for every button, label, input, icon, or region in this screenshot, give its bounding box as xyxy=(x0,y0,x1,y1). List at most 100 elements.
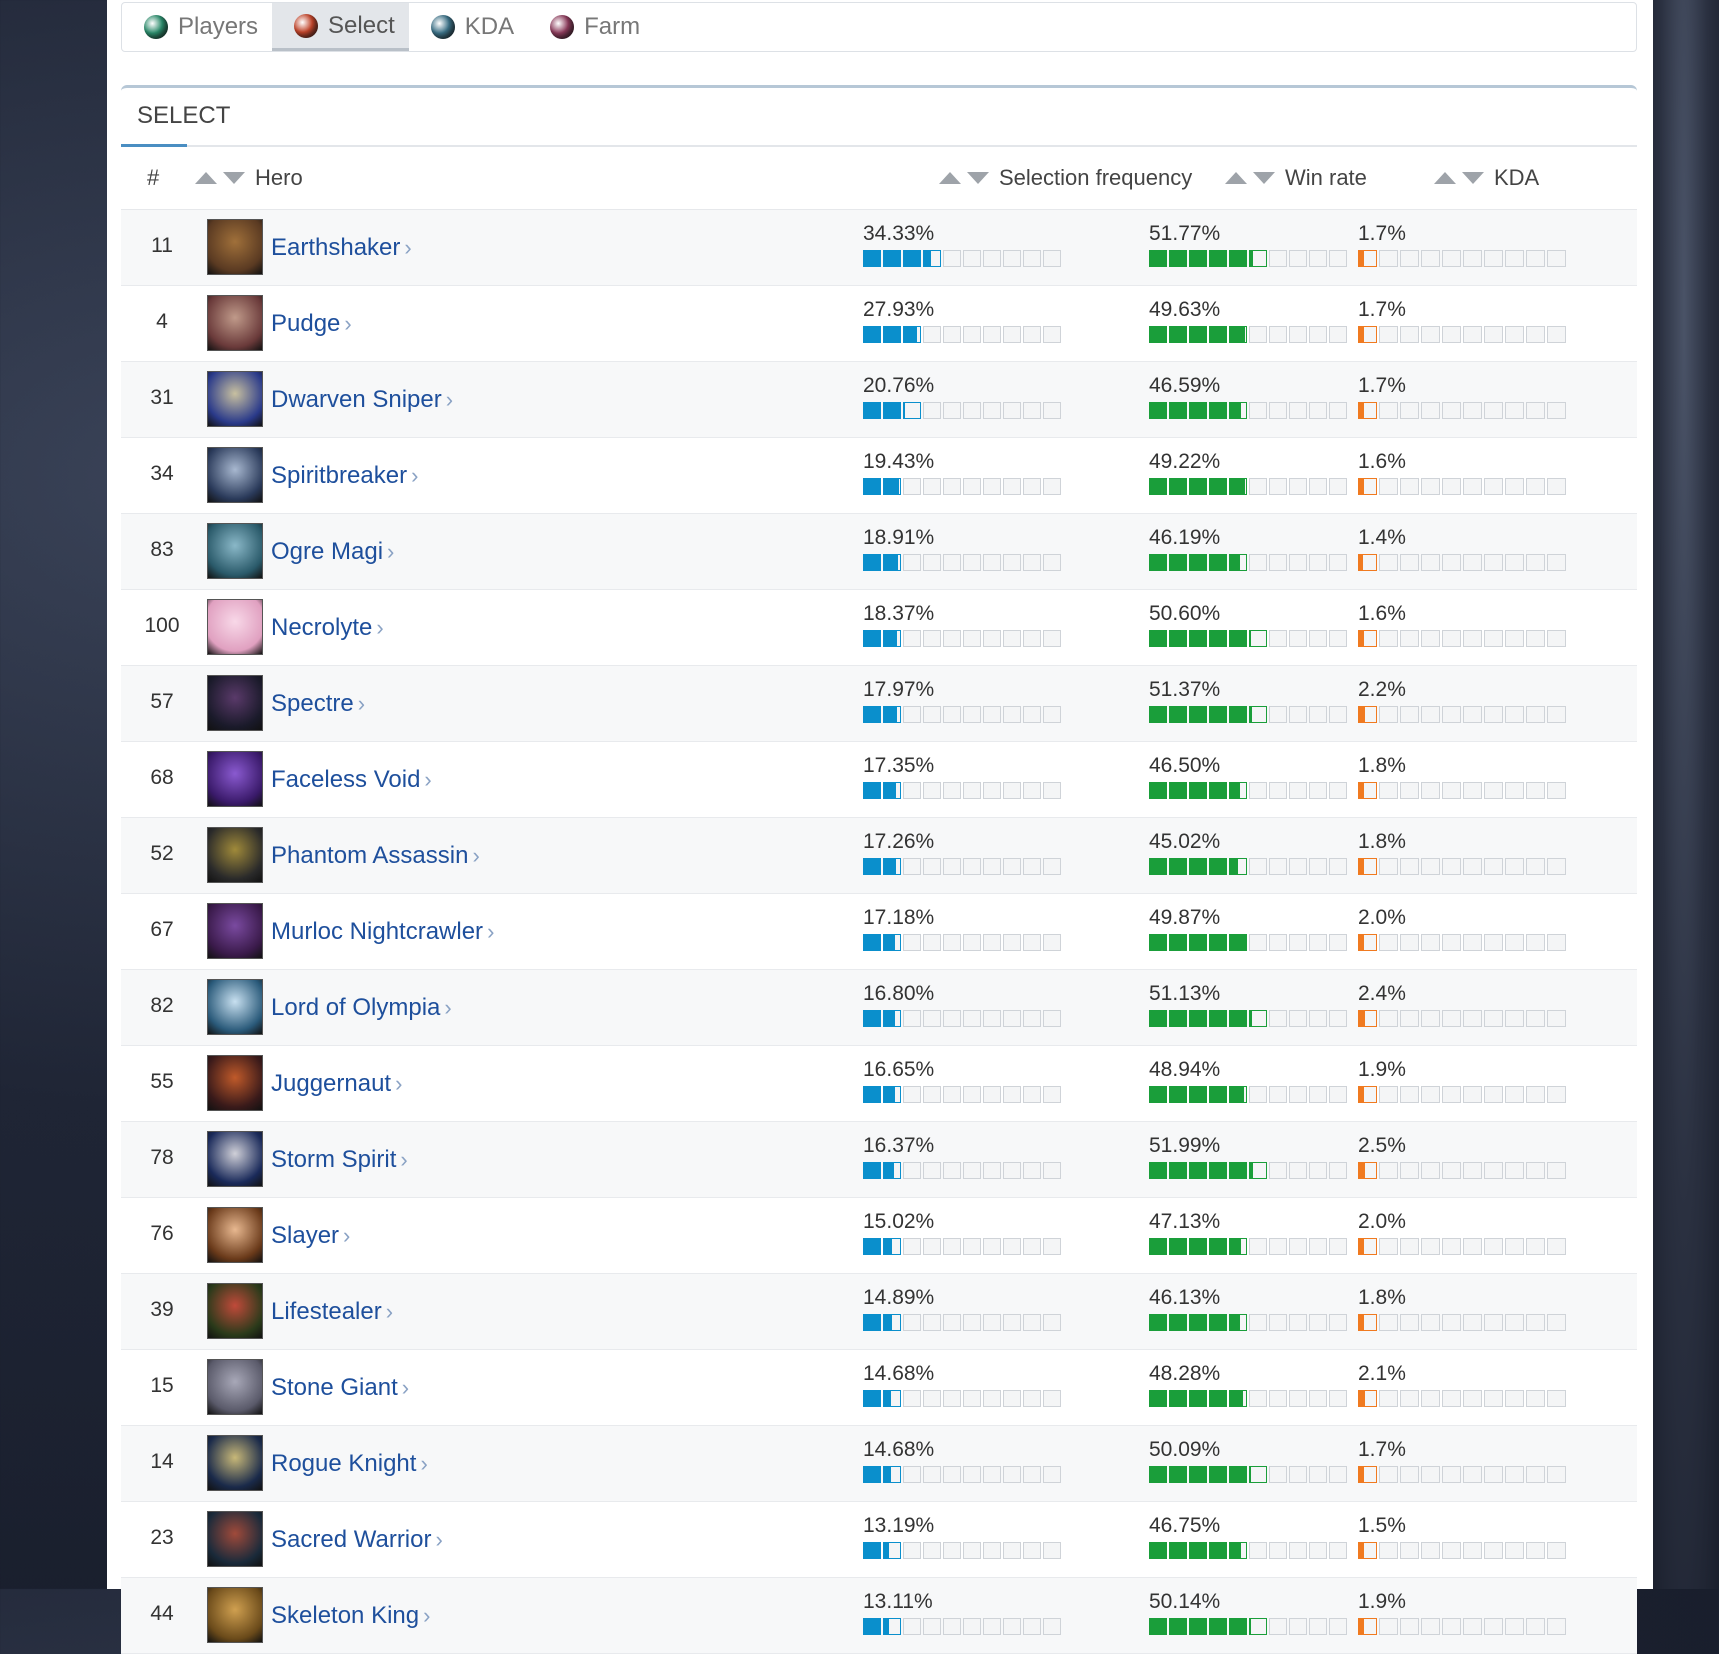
tab-farm[interactable]: Farm xyxy=(528,3,654,51)
hero-portrait-icon[interactable] xyxy=(207,903,263,959)
bar-cell xyxy=(1400,1542,1419,1559)
bar-cell xyxy=(1269,1542,1287,1559)
hero-link[interactable]: Murloc Nightcrawler › xyxy=(271,918,494,946)
sort-ascending-icon[interactable] xyxy=(939,172,961,184)
kda-column-header[interactable]: KDA xyxy=(1434,165,1539,191)
sort-descending-icon[interactable] xyxy=(223,172,245,184)
sort-ascending-icon[interactable] xyxy=(195,172,217,184)
hero-portrait-icon[interactable] xyxy=(207,1359,263,1415)
bar-cell xyxy=(1421,1390,1440,1407)
bar-cell xyxy=(1309,1010,1327,1027)
bar-cell xyxy=(1149,1390,1167,1407)
bar-cell xyxy=(1329,858,1347,875)
rank-cell: 76 xyxy=(150,1222,174,1245)
bar-cell xyxy=(1484,250,1503,267)
hero-portrait-icon[interactable] xyxy=(207,827,263,883)
bar-cell xyxy=(1249,1238,1267,1255)
win-rate-bar xyxy=(1149,1086,1347,1104)
bar-cell xyxy=(1209,554,1227,571)
table-row: 4 Pudge › 27.93% 49.63% 1.7% xyxy=(121,286,1637,362)
hero-column-header[interactable]: Hero xyxy=(195,165,303,191)
table-row: 83 Ogre Magi › 18.91% 46.19% 1.4% xyxy=(121,514,1637,590)
hero-link[interactable]: Juggernaut › xyxy=(271,1070,402,1098)
tab-players[interactable]: Players xyxy=(122,3,272,51)
bar-cell xyxy=(1358,402,1377,419)
hero-portrait-icon[interactable] xyxy=(207,1207,263,1263)
table-row: 76 Slayer › 15.02% 47.13% 2.0% xyxy=(121,1198,1637,1274)
hero-link[interactable]: Slayer › xyxy=(271,1222,350,1250)
hero-link[interactable]: Dwarven Sniper › xyxy=(271,386,453,414)
bar-cell xyxy=(903,250,921,267)
sort-descending-icon[interactable] xyxy=(967,172,989,184)
hero-portrait-icon[interactable] xyxy=(207,1131,263,1187)
hero-portrait-icon[interactable] xyxy=(207,1283,263,1339)
kda-value: 2.2% xyxy=(1358,678,1406,701)
bar-cell xyxy=(1329,326,1347,343)
bar-cell xyxy=(943,706,961,723)
hero-link[interactable]: Spiritbreaker › xyxy=(271,462,418,490)
sort-ascending-icon[interactable] xyxy=(1225,172,1247,184)
sort-descending-icon[interactable] xyxy=(1253,172,1275,184)
rank-cell: 67 xyxy=(150,918,174,941)
bar-cell xyxy=(1442,1238,1461,1255)
hero-portrait-icon[interactable] xyxy=(207,447,263,503)
bar-cell xyxy=(1249,478,1267,495)
bar-cell xyxy=(1209,782,1227,799)
tab-select[interactable]: Select xyxy=(272,3,409,51)
win-rate-bar xyxy=(1149,1238,1347,1256)
hero-link[interactable]: Lord of Olympia › xyxy=(271,994,452,1022)
hero-link[interactable]: Storm Spirit › xyxy=(271,1146,408,1174)
bar-cell xyxy=(883,1390,901,1407)
selection-sort-controls xyxy=(939,172,989,184)
bar-cell xyxy=(923,326,941,343)
bar-cell xyxy=(1289,1390,1307,1407)
hero-portrait-icon[interactable] xyxy=(207,1435,263,1491)
hero-link[interactable]: Rogue Knight › xyxy=(271,1450,428,1478)
bar-cell xyxy=(1442,1542,1461,1559)
farm-orb-icon xyxy=(550,15,575,39)
hero-portrait-icon[interactable] xyxy=(207,219,263,275)
bar-cell xyxy=(1209,1238,1227,1255)
tab-kda[interactable]: KDA xyxy=(409,3,528,51)
hero-portrait-icon[interactable] xyxy=(207,523,263,579)
bar-cell xyxy=(1329,1618,1347,1635)
kda-bar xyxy=(1358,1086,1566,1104)
hero-link[interactable]: Pudge › xyxy=(271,310,352,338)
bar-cell xyxy=(923,554,941,571)
hero-link[interactable]: Skeleton King › xyxy=(271,1602,430,1630)
hero-portrait-icon[interactable] xyxy=(207,1587,263,1643)
bar-cell xyxy=(1149,1618,1167,1635)
bar-cell xyxy=(1209,250,1227,267)
bar-cell xyxy=(1400,1466,1419,1483)
sort-descending-icon[interactable] xyxy=(1462,172,1484,184)
hero-link[interactable]: Sacred Warrior › xyxy=(271,1526,443,1554)
hero-portrait-icon[interactable] xyxy=(207,371,263,427)
bar-cell xyxy=(1421,1542,1440,1559)
hero-portrait-icon[interactable] xyxy=(207,979,263,1035)
hero-link[interactable]: Necrolyte › xyxy=(271,614,384,642)
hero-name-label: Stone Giant xyxy=(271,1374,398,1401)
sort-ascending-icon[interactable] xyxy=(1434,172,1456,184)
bar-cell xyxy=(1289,1618,1307,1635)
hero-link[interactable]: Stone Giant › xyxy=(271,1374,409,1402)
selection-frequency-value: 17.18% xyxy=(863,906,935,929)
winrate-column-header[interactable]: Win rate xyxy=(1225,165,1367,191)
bar-cell xyxy=(923,1618,941,1635)
bar-cell xyxy=(1023,1466,1041,1483)
hero-link[interactable]: Phantom Assassin › xyxy=(271,842,480,870)
hero-link[interactable]: Earthshaker › xyxy=(271,234,412,262)
hero-name-label: Spectre xyxy=(271,690,354,717)
selection-column-header[interactable]: Selection frequency xyxy=(939,165,1192,191)
hero-portrait-icon[interactable] xyxy=(207,751,263,807)
hero-link[interactable]: Faceless Void › xyxy=(271,766,432,794)
hero-portrait-icon[interactable] xyxy=(207,1511,263,1567)
hero-portrait-icon[interactable] xyxy=(207,599,263,655)
hero-portrait-icon[interactable] xyxy=(207,1055,263,1111)
bar-cell xyxy=(1209,706,1227,723)
hero-portrait-icon[interactable] xyxy=(207,675,263,731)
hero-link[interactable]: Ogre Magi › xyxy=(271,538,394,566)
bar-cell xyxy=(1249,782,1267,799)
hero-link[interactable]: Lifestealer › xyxy=(271,1298,393,1326)
hero-link[interactable]: Spectre › xyxy=(271,690,365,718)
hero-portrait-icon[interactable] xyxy=(207,295,263,351)
